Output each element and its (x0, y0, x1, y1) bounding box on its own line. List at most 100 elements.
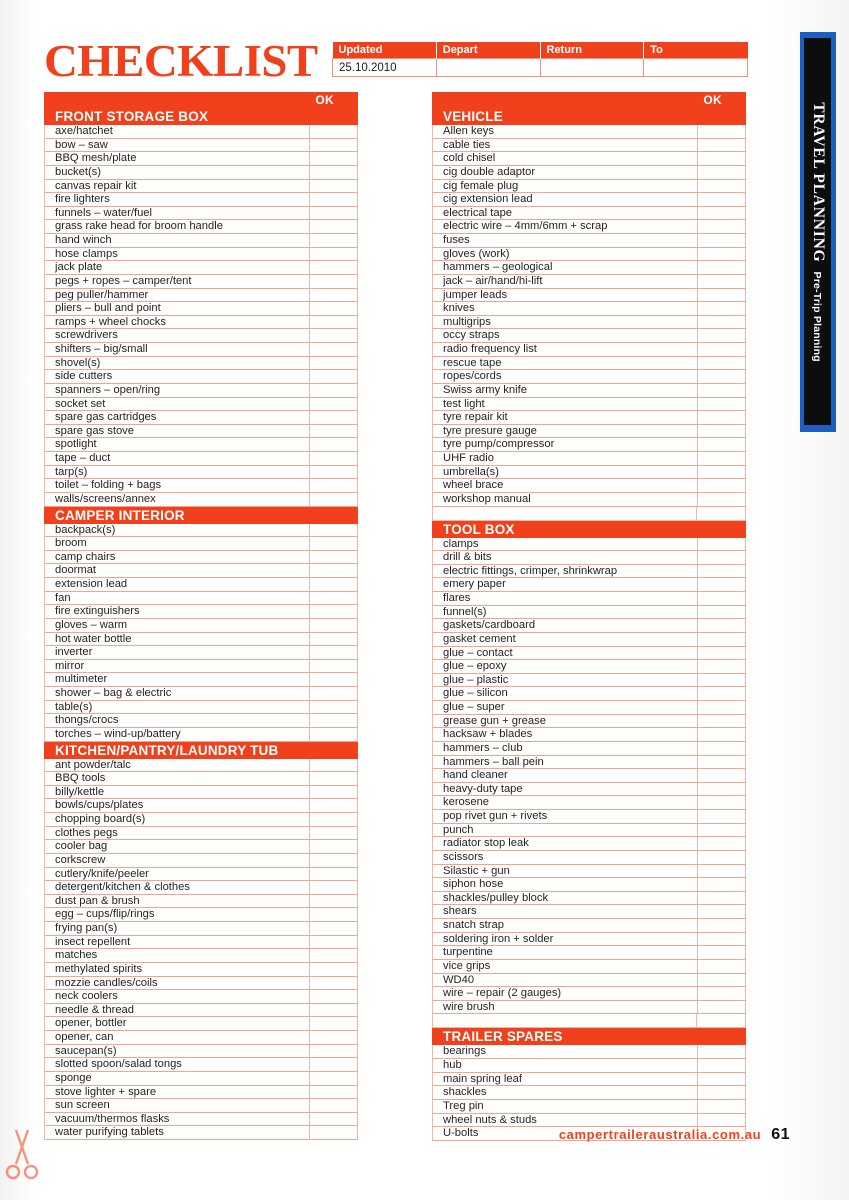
checklist-tick-box[interactable] (697, 619, 745, 632)
checklist-tick-box[interactable] (697, 946, 745, 959)
checklist-tick-box[interactable] (697, 438, 745, 451)
checklist-tick-box[interactable] (309, 840, 357, 853)
checklist-tick-box[interactable] (309, 315, 357, 329)
trip-value-to[interactable] (643, 58, 748, 77)
checklist-tick-box[interactable] (697, 261, 745, 274)
checklist-tick-box[interactable] (697, 138, 745, 152)
checklist-tick-box[interactable] (697, 701, 745, 714)
checklist-tick-box[interactable] (309, 206, 357, 220)
checklist-tick-box[interactable] (697, 479, 745, 492)
checklist-tick-box[interactable] (309, 1126, 357, 1139)
checklist-tick-box[interactable] (697, 987, 745, 1000)
checklist-tick-box[interactable] (697, 878, 745, 891)
checklist-tick-box[interactable] (697, 1059, 745, 1072)
checklist-tick-box[interactable] (309, 758, 357, 772)
checklist-tick-box[interactable] (309, 646, 357, 659)
checklist-tick-box[interactable] (309, 465, 357, 479)
checklist-tick-box[interactable] (309, 288, 357, 302)
checklist-tick-box[interactable] (697, 673, 745, 687)
checklist-tick-box[interactable] (697, 605, 745, 619)
checklist-tick-box[interactable] (697, 1000, 745, 1014)
checklist-tick-box[interactable] (697, 452, 745, 465)
checklist-tick-box[interactable] (309, 894, 357, 908)
checklist-tick-box[interactable] (309, 234, 357, 247)
trip-value-depart[interactable] (435, 58, 541, 77)
checklist-tick-box[interactable] (309, 537, 357, 550)
checklist-tick-box[interactable] (697, 755, 745, 769)
checklist-tick-box[interactable] (697, 891, 745, 905)
checklist-tick-box[interactable] (309, 492, 357, 506)
checklist-tick-box[interactable] (309, 152, 357, 165)
checklist-tick-box[interactable] (697, 288, 745, 302)
checklist-tick-box[interactable] (697, 179, 745, 193)
checklist-tick-box[interactable] (309, 976, 357, 990)
checklist-tick-box[interactable] (309, 356, 357, 370)
checklist-tick-box[interactable] (309, 165, 357, 179)
checklist-tick-box[interactable] (697, 660, 745, 673)
checklist-tick-box[interactable] (697, 370, 745, 383)
checklist-tick-box[interactable] (309, 922, 357, 935)
checklist-tick-box[interactable] (309, 632, 357, 646)
checklist-tick-box[interactable] (309, 261, 357, 274)
checklist-tick-box[interactable] (697, 714, 745, 728)
checklist-tick-box[interactable] (309, 867, 357, 881)
checklist-tick-box[interactable] (697, 274, 745, 288)
checklist-tick-box[interactable] (697, 1086, 745, 1099)
checklist-tick-box[interactable] (309, 578, 357, 591)
checklist-tick-box[interactable] (697, 1099, 745, 1113)
checklist-tick-box[interactable] (697, 356, 745, 370)
checklist-tick-box[interactable] (309, 1044, 357, 1058)
checklist-tick-box[interactable] (309, 1003, 357, 1017)
checklist-tick-box[interactable] (309, 438, 357, 451)
checklist-tick-box[interactable] (309, 564, 357, 577)
checklist-tick-box[interactable] (697, 592, 745, 605)
checklist-tick-box[interactable] (309, 220, 357, 233)
checklist-tick-box[interactable] (697, 919, 745, 932)
footer-website-url[interactable]: campertraileraustralia.com.au (559, 1127, 761, 1142)
checklist-tick-box[interactable] (309, 990, 357, 1003)
checklist-tick-box[interactable] (309, 881, 357, 894)
checklist-tick-box[interactable] (309, 962, 357, 976)
checklist-tick-box[interactable] (309, 1099, 357, 1112)
checklist-tick-box[interactable] (309, 179, 357, 193)
checklist-tick-box[interactable] (309, 605, 357, 618)
checklist-tick-box[interactable] (697, 302, 745, 315)
checklist-tick-box[interactable] (309, 1058, 357, 1071)
trip-value-return[interactable] (539, 58, 645, 77)
checklist-tick-box[interactable] (697, 1113, 745, 1127)
checklist-tick-box[interactable] (309, 700, 357, 714)
checklist-tick-box[interactable] (309, 479, 357, 492)
checklist-tick-box[interactable] (697, 537, 745, 551)
checklist-tick-box[interactable] (697, 632, 745, 646)
checklist-tick-box[interactable] (309, 343, 357, 356)
checklist-tick-box[interactable] (309, 949, 357, 962)
checklist-tick-box[interactable] (697, 193, 745, 206)
checklist-tick-box[interactable] (697, 741, 745, 755)
checklist-tick-box[interactable] (309, 523, 357, 537)
checklist-tick-box[interactable] (697, 329, 745, 342)
checklist-tick-box[interactable] (697, 206, 745, 220)
checklist-tick-box[interactable] (697, 315, 745, 329)
checklist-tick-box[interactable] (697, 823, 745, 837)
checklist-tick-box[interactable] (697, 973, 745, 987)
checklist-tick-box[interactable] (309, 125, 357, 138)
checklist-tick-box[interactable] (697, 728, 745, 741)
checklist-tick-box[interactable] (697, 424, 745, 438)
checklist-tick-box[interactable] (309, 274, 357, 288)
checklist-tick-box[interactable] (697, 383, 745, 397)
checklist-tick-box[interactable] (697, 1072, 745, 1086)
checklist-tick-box[interactable] (309, 799, 357, 812)
checklist-tick-box[interactable] (309, 452, 357, 465)
checklist-tick-box[interactable] (309, 138, 357, 152)
checklist-tick-box[interactable] (309, 853, 357, 867)
checklist-tick-box[interactable] (309, 714, 357, 727)
checklist-tick-box[interactable] (697, 578, 745, 591)
checklist-tick-box[interactable] (697, 810, 745, 823)
checklist-tick-box[interactable] (697, 564, 745, 578)
checklist-tick-box[interactable] (309, 383, 357, 397)
checklist-tick-box[interactable] (309, 908, 357, 921)
checklist-tick-box[interactable] (309, 550, 357, 564)
checklist-tick-box[interactable] (697, 220, 745, 233)
checklist-tick-box[interactable] (309, 673, 357, 686)
checklist-tick-box[interactable] (697, 165, 745, 179)
